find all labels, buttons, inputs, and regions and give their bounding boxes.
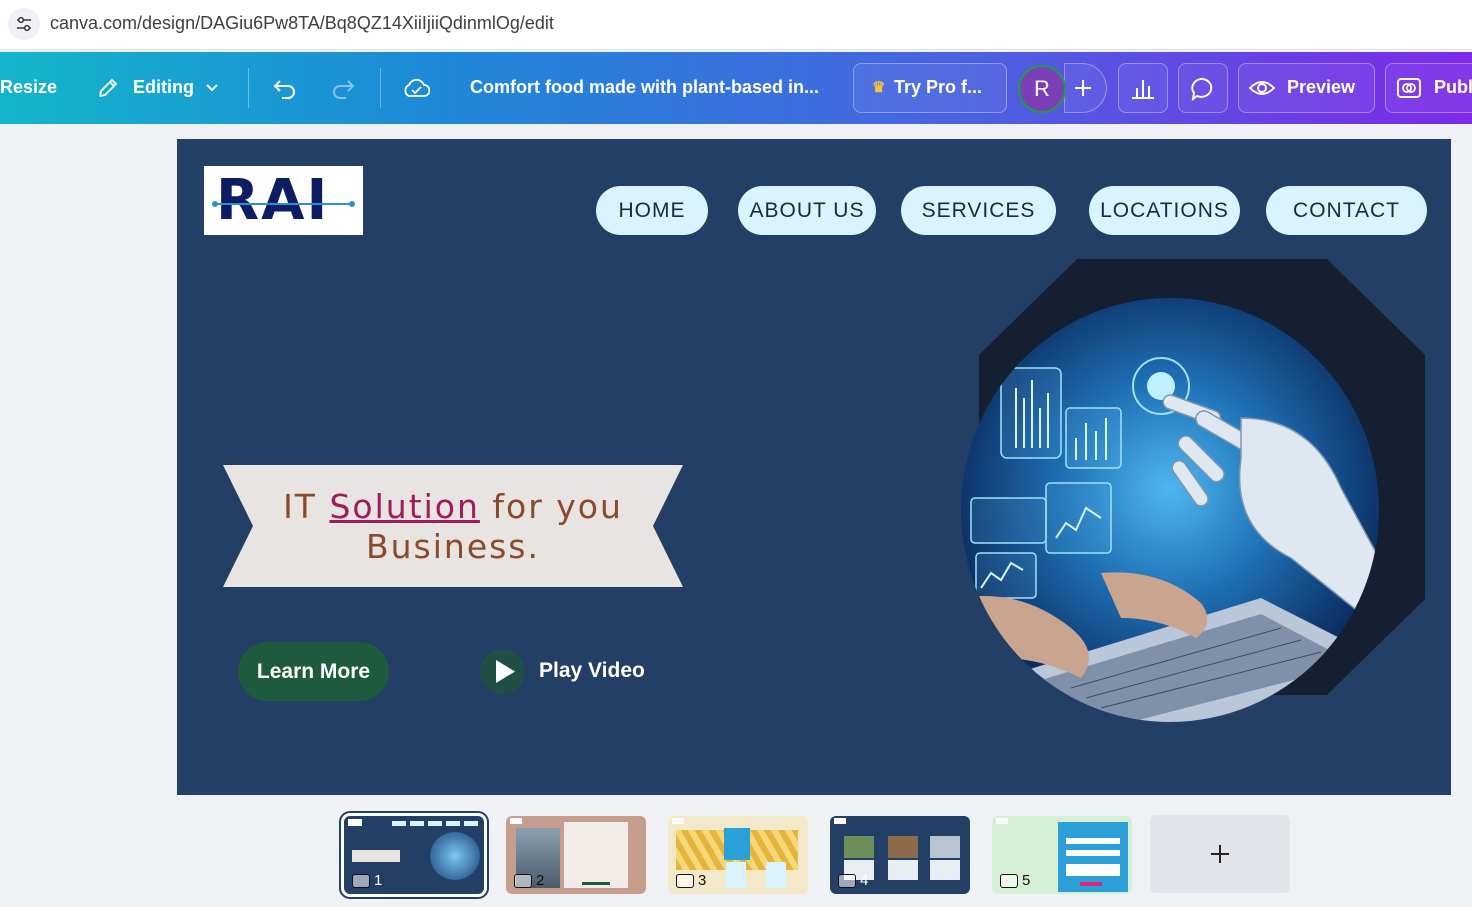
redo-icon[interactable] bbox=[330, 75, 356, 101]
avatar[interactable]: R bbox=[1018, 65, 1066, 113]
browser-address-bar: canva.com/design/DAGiu6Pw8TA/Bq8QZ14XiiI… bbox=[0, 0, 1472, 50]
preview-label: Preview bbox=[1287, 77, 1356, 97]
page-number: 3 bbox=[698, 872, 707, 889]
nav-about-us[interactable]: ABOUT US bbox=[738, 186, 876, 235]
cloud-saved-icon[interactable] bbox=[402, 76, 430, 100]
page-thumbnail-3[interactable]: 3 bbox=[668, 816, 808, 894]
page-thumbnail-1[interactable]: 1 bbox=[341, 813, 487, 897]
headline-text[interactable]: IT Solution for you Business. bbox=[263, 487, 643, 567]
editor-toolbar: Resize Editing Comfort food made with pl… bbox=[0, 52, 1472, 124]
site-settings-icon[interactable] bbox=[8, 8, 40, 40]
headline-word-solution: Solution bbox=[329, 487, 480, 526]
chevron-down-icon[interactable] bbox=[204, 80, 220, 96]
nav-contact[interactable]: CONTACT bbox=[1266, 186, 1427, 235]
page-number: 4 bbox=[860, 872, 869, 889]
publish-icon bbox=[1397, 78, 1421, 98]
page-thumbnail-5[interactable]: 5 bbox=[992, 816, 1132, 894]
play-button[interactable] bbox=[480, 649, 525, 694]
bar-chart-icon bbox=[1132, 80, 1154, 99]
add-page-button[interactable] bbox=[1150, 815, 1290, 893]
editing-mode-label[interactable]: Editing bbox=[133, 77, 194, 98]
nav-services[interactable]: SERVICES bbox=[901, 186, 1056, 235]
page-thumbnail-2[interactable]: 2 bbox=[506, 816, 646, 894]
plus-icon[interactable] bbox=[1073, 78, 1093, 98]
page-number: 2 bbox=[536, 872, 545, 889]
robot-laptop-illustration bbox=[961, 357, 1379, 722]
hero-photo[interactable] bbox=[961, 298, 1379, 722]
undo-icon[interactable] bbox=[272, 75, 298, 101]
page-number: 5 bbox=[1022, 872, 1031, 889]
page-number: 1 bbox=[374, 872, 383, 889]
headline-word-business: Business. bbox=[365, 527, 540, 566]
comment-icon bbox=[1191, 78, 1213, 102]
pencil-icon bbox=[99, 79, 117, 97]
eye-icon bbox=[1248, 81, 1276, 95]
resize-button[interactable]: Resize bbox=[0, 77, 57, 98]
headline-word-for-you: for you bbox=[492, 487, 623, 526]
page-thumbnail-4[interactable]: 4 bbox=[830, 816, 970, 894]
plus-icon bbox=[1211, 845, 1229, 863]
publish-label: Publ bbox=[1434, 77, 1472, 97]
headline-word-it: IT bbox=[283, 487, 317, 526]
logo-text: RAI bbox=[216, 168, 330, 233]
company-logo[interactable]: RAI bbox=[204, 166, 363, 235]
headline-banner[interactable]: IT Solution for you Business. bbox=[223, 465, 683, 587]
play-video-label[interactable]: Play Video bbox=[539, 659, 645, 683]
play-icon bbox=[496, 660, 515, 683]
design-page[interactable]: RAI HOME ABOUT US SERVICES LOCATIONS CON… bbox=[177, 139, 1451, 795]
try-pro-label: Try Pro f... bbox=[894, 77, 983, 97]
design-title[interactable]: Comfort food made with plant-based in... bbox=[470, 77, 819, 98]
url-text[interactable]: canva.com/design/DAGiu6Pw8TA/Bq8QZ14XiiI… bbox=[50, 13, 554, 34]
learn-more-button[interactable]: Learn More bbox=[238, 642, 389, 701]
nav-locations[interactable]: LOCATIONS bbox=[1089, 186, 1240, 235]
nav-home[interactable]: HOME bbox=[596, 186, 708, 235]
crown-icon: ♛ bbox=[872, 79, 886, 96]
